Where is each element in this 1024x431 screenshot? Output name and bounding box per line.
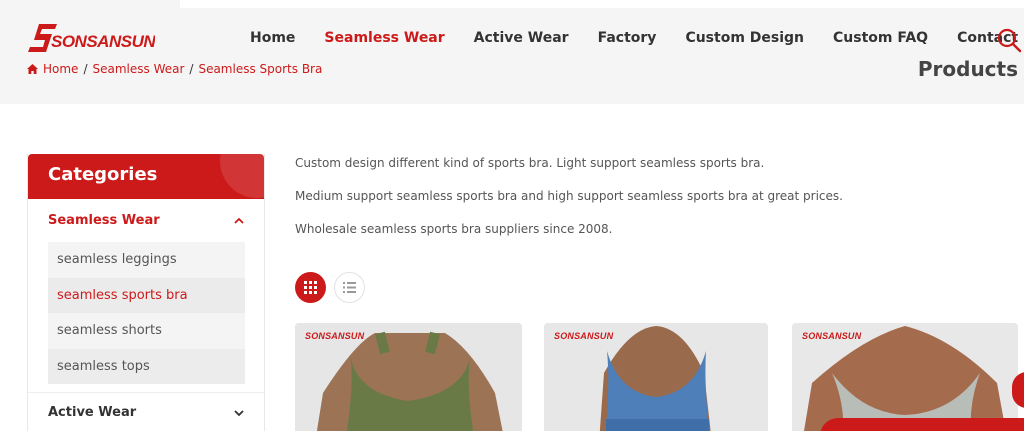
breadcrumb-seamless-wear[interactable]: Seamless Wear <box>92 62 184 76</box>
subcategory-seamless-tops[interactable]: seamless tops <box>48 348 245 384</box>
product-card[interactable]: SONSANSUN <box>544 323 768 431</box>
seamless-wear-subitems: seamless leggings seamless sports bra se… <box>48 242 245 384</box>
category-label: Active Wear <box>48 405 137 420</box>
main-nav: Home Seamless Wear Active Wear Factory C… <box>250 30 1024 46</box>
grid-view-icon <box>304 281 317 294</box>
product-brand-label: SONSANSUN <box>554 331 614 341</box>
category-sidebar: Categories Seamless Wear seamless leggin… <box>27 154 265 431</box>
floating-chat-bar[interactable] <box>820 418 1024 431</box>
chevron-down-icon[interactable] <box>234 409 244 416</box>
product-brand-label: SONSANSUN <box>802 331 862 341</box>
list-view-button[interactable] <box>334 272 365 303</box>
nav-custom-design[interactable]: Custom Design <box>685 30 804 46</box>
brand-logo[interactable]: SONSANSUN <box>27 20 155 58</box>
header-decoration <box>220 154 264 198</box>
breadcrumb: Home / Seamless Wear / Seamless Sports B… <box>27 62 322 76</box>
categories-header: Categories <box>28 154 264 199</box>
product-card[interactable]: SONSANSUN <box>792 323 1018 431</box>
grid-view-button[interactable] <box>295 272 326 303</box>
description-line: Custom design different kind of sports b… <box>295 156 765 170</box>
category-label: Seamless Wear <box>48 213 160 228</box>
nav-seamless-wear[interactable]: Seamless Wear <box>324 30 444 46</box>
nav-active-wear[interactable]: Active Wear <box>474 30 569 46</box>
nav-custom-faq[interactable]: Custom FAQ <box>833 30 928 46</box>
description-line: Medium support seamless sports bra and h… <box>295 189 843 203</box>
category-description: Custom design different kind of sports b… <box>295 155 843 254</box>
subcategory-seamless-leggings[interactable]: seamless leggings <box>48 242 245 278</box>
subcategory-seamless-shorts[interactable]: seamless shorts <box>48 313 245 349</box>
nav-home[interactable]: Home <box>250 30 295 46</box>
search-icon[interactable] <box>996 27 1022 53</box>
subcategory-seamless-sports-bra[interactable]: seamless sports bra <box>48 277 245 313</box>
category-active-wear[interactable]: Active Wear <box>28 392 264 431</box>
breadcrumb-current[interactable]: Seamless Sports Bra <box>198 62 322 76</box>
chevron-up-icon[interactable] <box>234 217 244 224</box>
categories-title: Categories <box>48 164 158 185</box>
product-card[interactable]: SONSANSUN <box>295 323 522 431</box>
category-seamless-wear[interactable]: Seamless Wear <box>28 199 264 242</box>
page: SONSANSUN Home Seamless Wear Active Wear… <box>0 0 1024 431</box>
list-view-icon <box>343 282 356 293</box>
product-brand-label: SONSANSUN <box>305 331 365 341</box>
breadcrumb-separator: / <box>189 62 194 76</box>
nav-factory[interactable]: Factory <box>598 30 657 46</box>
header-top-strip <box>180 0 1024 8</box>
page-title: Products <box>917 57 1018 81</box>
breadcrumb-separator: / <box>83 62 88 76</box>
home-icon[interactable] <box>27 64 38 74</box>
description-line: Wholesale seamless sports bra suppliers … <box>295 222 613 236</box>
breadcrumb-home[interactable]: Home <box>43 62 78 76</box>
logo-text: SONSANSUN <box>51 32 155 51</box>
